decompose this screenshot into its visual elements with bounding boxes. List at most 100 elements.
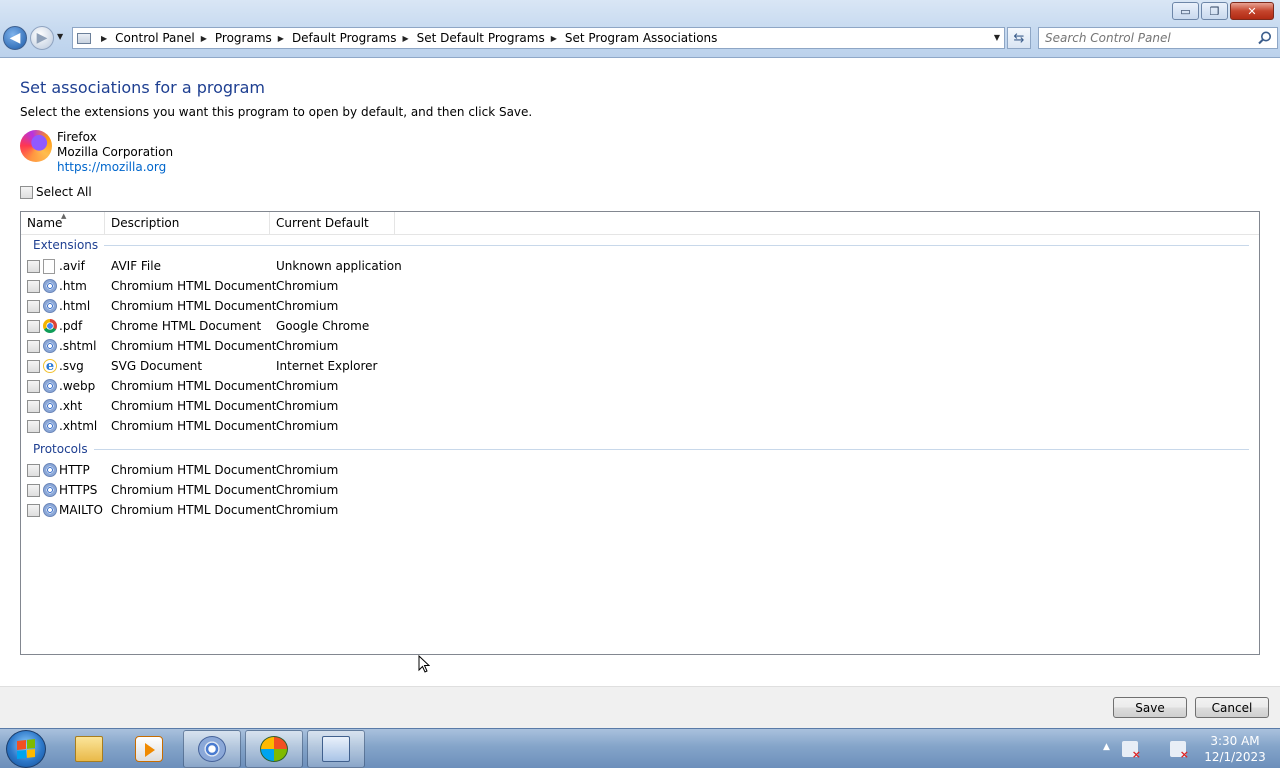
breadcrumb-separator-icon[interactable]: ▶ (551, 34, 557, 43)
group-header-protocols[interactable]: Protocols (33, 442, 1249, 456)
select-all-checkbox[interactable] (20, 185, 33, 199)
window-buttons: ▭ ❐ ✕ (1172, 2, 1274, 20)
chromium-icon (43, 299, 57, 313)
extension-description: Chromium HTML Document (111, 419, 277, 433)
row-checkbox[interactable] (27, 379, 40, 393)
associations-list[interactable]: Name ▲ Description Current Default Exten… (20, 211, 1260, 655)
taskbar-windows-media[interactable] (245, 730, 303, 768)
clock-date: 12/1/2023 (1204, 750, 1266, 764)
list-item[interactable]: HTTP Chromium HTML Document Chromium (27, 460, 1247, 480)
extension-name: .htm (59, 279, 87, 293)
program-publisher: Mozilla Corporation (57, 145, 174, 159)
extension-current-default: Internet Explorer (276, 359, 378, 373)
breadcrumb-default-programs[interactable]: Default Programs (292, 31, 397, 45)
search-icon[interactable] (1257, 30, 1273, 46)
show-hidden-icons-icon[interactable]: ▲ (1103, 742, 1110, 752)
column-header-name[interactable]: Name ▲ (21, 212, 105, 234)
list-item[interactable]: .xht Chromium HTML Document Chromium (27, 396, 1247, 416)
start-button[interactable] (6, 730, 46, 768)
chrome-icon (43, 319, 57, 333)
row-checkbox[interactable] (27, 503, 40, 517)
minimize-button[interactable]: ▭ (1172, 2, 1199, 20)
row-checkbox[interactable] (27, 279, 40, 293)
protocol-current-default: Chromium (276, 463, 339, 477)
breadcrumb-separator-icon[interactable]: ▶ (201, 34, 207, 43)
breadcrumb-programs[interactable]: Programs (215, 31, 272, 45)
row-checkbox[interactable] (27, 319, 40, 333)
save-button[interactable]: Save (1113, 697, 1187, 718)
breadcrumb-set-program-associations[interactable]: Set Program Associations (565, 31, 718, 45)
breadcrumb-control-panel[interactable]: Control Panel (115, 31, 195, 45)
column-header-description[interactable]: Description (105, 212, 270, 234)
folder-icon (75, 736, 103, 762)
taskbar-media-player[interactable] (120, 730, 178, 768)
extension-current-default: Google Chrome (276, 319, 370, 333)
column-header-description-label: Description (111, 216, 180, 230)
maximize-button[interactable]: ❐ (1201, 2, 1228, 20)
protocol-description: Chromium HTML Document (111, 503, 277, 517)
list-item[interactable]: .webp Chromium HTML Document Chromium (27, 376, 1247, 396)
cancel-button[interactable]: Cancel (1195, 697, 1269, 718)
row-checkbox[interactable] (27, 483, 40, 497)
list-item[interactable]: .pdf Chrome HTML Document Google Chrome (27, 316, 1247, 336)
program-name: Firefox (57, 130, 97, 144)
clock[interactable]: 3:30 AM 12/1/2023 (1200, 733, 1270, 765)
row-checkbox[interactable] (27, 299, 40, 313)
breadcrumb-set-default-programs[interactable]: Set Default Programs (417, 31, 545, 45)
search-input[interactable] (1039, 28, 1249, 48)
select-all[interactable]: Select All (20, 185, 92, 199)
extension-name: .xhtml (59, 419, 98, 433)
list-item[interactable]: .htm Chromium HTML Document Chromium (27, 276, 1247, 296)
search-box[interactable] (1038, 27, 1278, 49)
protocol-description: Chromium HTML Document (111, 483, 277, 497)
list-item[interactable]: .html Chromium HTML Document Chromium (27, 296, 1247, 316)
speaker-muted-icon[interactable] (1122, 741, 1141, 761)
refresh-button[interactable]: ⇆ (1007, 27, 1031, 49)
protocol-current-default: Chromium (276, 483, 339, 497)
chromium-icon (43, 279, 57, 293)
windows-media-icon (260, 736, 288, 762)
breadcrumb-separator-icon[interactable]: ▶ (101, 34, 107, 43)
select-all-label[interactable]: Select All (36, 185, 92, 199)
row-checkbox[interactable] (27, 259, 40, 273)
control-panel-icon (322, 736, 350, 762)
list-item[interactable]: .shtml Chromium HTML Document Chromium (27, 336, 1247, 356)
taskbar-control-panel[interactable] (307, 730, 365, 768)
row-checkbox[interactable] (27, 339, 40, 353)
action-center-flag-icon[interactable] (1170, 741, 1189, 761)
protocol-name: HTTP (59, 463, 90, 477)
extension-name: .html (59, 299, 91, 313)
taskbar-explorer[interactable] (60, 730, 118, 768)
group-header-extensions[interactable]: Extensions (33, 238, 1249, 252)
page-instructions: Select the extensions you want this prog… (20, 105, 533, 119)
extension-name: .svg (59, 359, 84, 373)
column-header-current-default[interactable]: Current Default (270, 212, 395, 234)
system-tray: ▲ 3:30 AM 12/1/2023 (1100, 729, 1280, 768)
column-header-name-label: Name (27, 216, 63, 230)
address-dropdown-icon[interactable]: ▼ (994, 33, 1000, 42)
program-url-link[interactable]: https://mozilla.org (57, 160, 173, 175)
sort-ascending-icon: ▲ (61, 212, 67, 220)
forward-button[interactable]: ▶ (30, 26, 54, 50)
breadcrumb-separator-icon[interactable]: ▶ (402, 34, 408, 43)
taskbar-chromium[interactable] (183, 730, 241, 768)
list-item[interactable]: e .svg SVG Document Internet Explorer (27, 356, 1247, 376)
row-checkbox[interactable] (27, 399, 40, 413)
row-checkbox[interactable] (27, 463, 40, 477)
extension-current-default: Chromium (276, 339, 339, 353)
close-button[interactable]: ✕ (1230, 2, 1274, 20)
list-item[interactable]: MAILTO Chromium HTML Document Chromium (27, 500, 1247, 520)
breadcrumb-separator-icon[interactable]: ▶ (278, 34, 284, 43)
recent-pages-dropdown[interactable]: ▼ (57, 32, 63, 41)
media-player-icon (135, 736, 163, 762)
list-item[interactable]: .avif AVIF File Unknown application (27, 256, 1247, 276)
address-bar[interactable]: ▶ Control Panel ▶ Programs ▶ Default Pro… (72, 27, 1005, 49)
back-arrow-icon: ◀ (9, 30, 21, 46)
row-checkbox[interactable] (27, 419, 40, 433)
forward-arrow-icon: ▶ (36, 30, 48, 46)
row-checkbox[interactable] (27, 359, 40, 373)
back-button[interactable]: ◀ (3, 26, 27, 50)
chromium-icon (43, 419, 57, 433)
list-item[interactable]: HTTPS Chromium HTML Document Chromium (27, 480, 1247, 500)
list-item[interactable]: .xhtml Chromium HTML Document Chromium (27, 416, 1247, 436)
